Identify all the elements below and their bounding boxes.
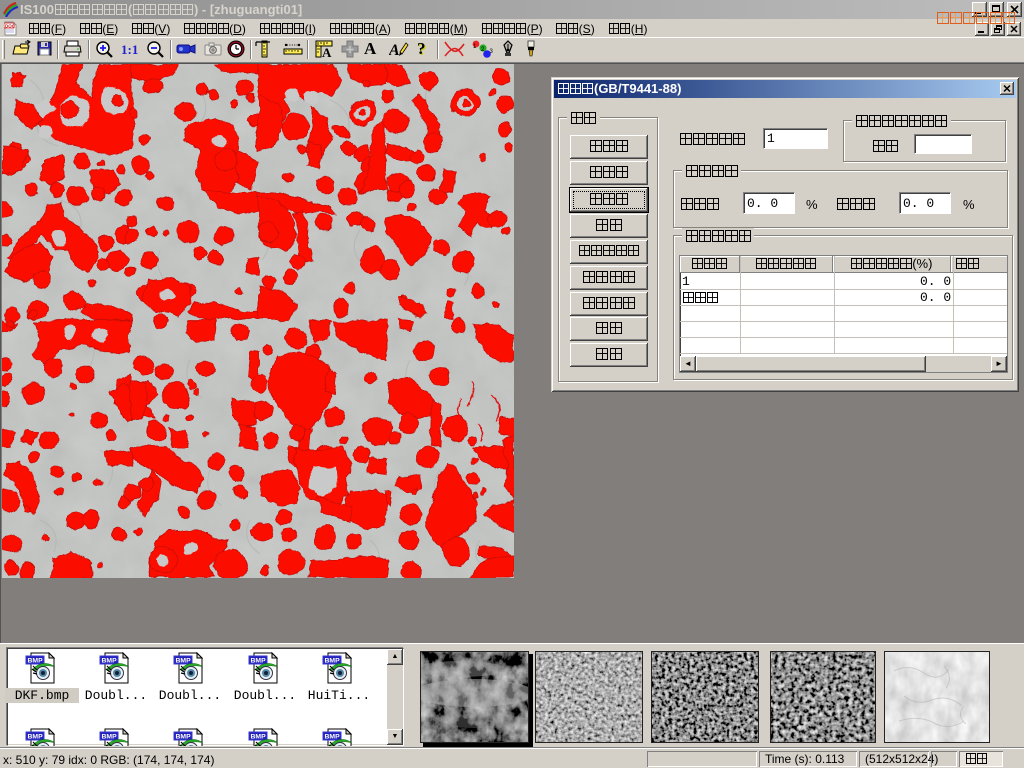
svg-text:A: A [389,42,400,58]
svg-text:A: A [322,45,332,58]
svg-text:BMP: BMP [325,734,341,741]
svg-text:BMP: BMP [102,658,118,665]
svg-text:BMP: BMP [102,734,118,741]
svg-text:BMP: BMP [176,734,192,741]
svg-text:DOC: DOC [5,24,16,29]
svg-text:BMP: BMP [325,658,341,665]
svg-text:BMP: BMP [176,658,192,665]
svg-text:3: 3 [490,49,494,55]
svg-text:BMP: BMP [28,734,44,741]
svg-text:BMP: BMP [251,658,267,665]
svg-text:BMP: BMP [251,734,267,741]
svg-text:BMP: BMP [28,658,44,665]
